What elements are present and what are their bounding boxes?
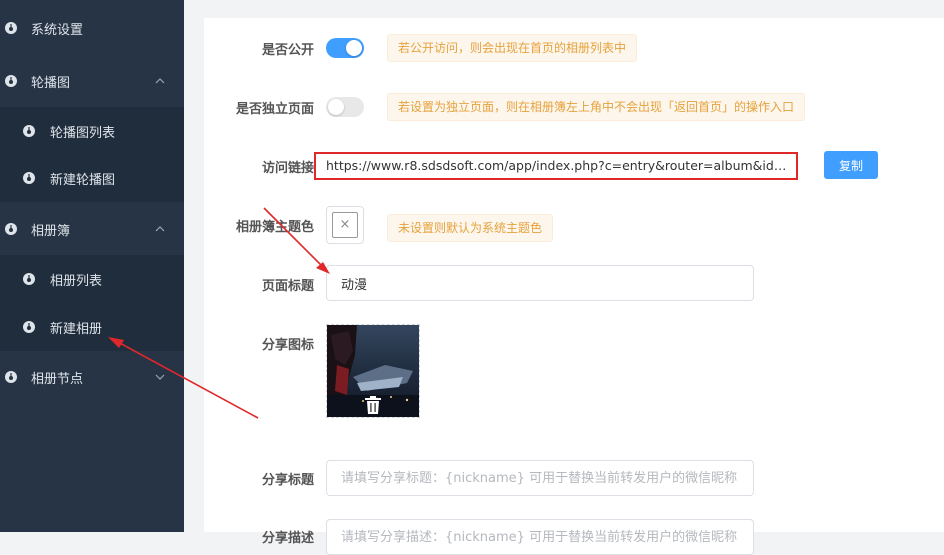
access-link-label: 访问链接 bbox=[261, 161, 314, 176]
trash-icon[interactable] bbox=[364, 395, 382, 415]
share-icon-label: 分享图标 bbox=[261, 338, 314, 353]
sidebar-item-new-album[interactable]: 新建相册 bbox=[0, 303, 184, 351]
dashboard-icon bbox=[5, 22, 17, 34]
share-desc-input[interactable] bbox=[326, 519, 754, 555]
switch-knob bbox=[346, 40, 362, 56]
sidebar-item-system-settings[interactable]: 系统设置 bbox=[0, 4, 184, 52]
close-icon: × bbox=[332, 212, 358, 238]
dashboard-icon bbox=[23, 321, 35, 333]
dashboard-icon bbox=[5, 223, 17, 235]
sidebar-item-label: 新建轮播图 bbox=[50, 172, 116, 188]
sidebar-item-label: 系统设置 bbox=[31, 22, 84, 38]
public-label: 是否公开 bbox=[261, 43, 314, 58]
chevron-up-icon bbox=[155, 78, 165, 84]
dashboard-icon bbox=[5, 371, 17, 383]
sidebar-item-carousel[interactable]: 轮播图 bbox=[0, 57, 184, 105]
standalone-label: 是否独立页面 bbox=[235, 102, 314, 117]
sidebar: 系统设置 轮播图 轮播图列表 新建轮播图 相册簿 相册列表 新建相册 相册节点 bbox=[0, 0, 184, 532]
sidebar-item-label: 相册簿 bbox=[31, 223, 71, 239]
public-hint: 若公开访问，则会出现在首页的相册列表中 bbox=[387, 34, 638, 62]
dashboard-icon bbox=[23, 125, 35, 137]
album-form: 是否公开 若公开访问，则会出现在首页的相册列表中 是否独立页面 若设置为独立页面… bbox=[204, 18, 944, 555]
sidebar-item-carousel-list[interactable]: 轮播图列表 bbox=[0, 107, 184, 155]
share-title-label: 分享标题 bbox=[261, 473, 314, 488]
copy-button[interactable]: 复制 bbox=[824, 151, 878, 179]
standalone-switch[interactable] bbox=[326, 97, 364, 117]
theme-color-picker[interactable]: × bbox=[326, 206, 364, 244]
dashboard-icon bbox=[23, 273, 35, 285]
chevron-up-icon bbox=[155, 226, 165, 232]
sidebar-item-label: 新建相册 bbox=[50, 321, 103, 337]
sidebar-item-album-node[interactable]: 相册节点 bbox=[0, 353, 184, 401]
sidebar-item-label: 相册节点 bbox=[31, 371, 84, 387]
share-icon-image bbox=[326, 324, 420, 418]
sidebar-item-album-book[interactable]: 相册簿 bbox=[0, 205, 184, 253]
sidebar-item-label: 相册列表 bbox=[50, 273, 103, 289]
access-link-value[interactable]: https://www.r8.sdsdsoft.com/app/index.ph… bbox=[314, 152, 798, 180]
page-title-input[interactable] bbox=[326, 265, 754, 301]
top-bar bbox=[204, 0, 944, 18]
chevron-down-icon bbox=[155, 374, 165, 380]
share-title-input[interactable] bbox=[326, 460, 754, 496]
share-desc-label: 分享描述 bbox=[261, 531, 314, 546]
sidebar-item-album-list[interactable]: 相册列表 bbox=[0, 255, 184, 303]
dashboard-icon bbox=[23, 172, 35, 184]
theme-color-label: 相册簿主题色 bbox=[235, 220, 314, 235]
sidebar-item-new-carousel[interactable]: 新建轮播图 bbox=[0, 154, 184, 202]
sidebar-item-label: 轮播图 bbox=[31, 75, 71, 91]
switch-knob bbox=[328, 99, 344, 115]
page-title-label: 页面标题 bbox=[261, 279, 314, 294]
standalone-hint: 若设置为独立页面，则在相册簿左上角中不会出现「返回首页」的操作入口 bbox=[387, 93, 806, 121]
public-switch[interactable] bbox=[326, 38, 364, 58]
theme-color-hint: 未设置则默认为系统主题色 bbox=[387, 214, 554, 242]
sidebar-item-label: 轮播图列表 bbox=[50, 125, 116, 141]
dashboard-icon bbox=[5, 75, 17, 87]
